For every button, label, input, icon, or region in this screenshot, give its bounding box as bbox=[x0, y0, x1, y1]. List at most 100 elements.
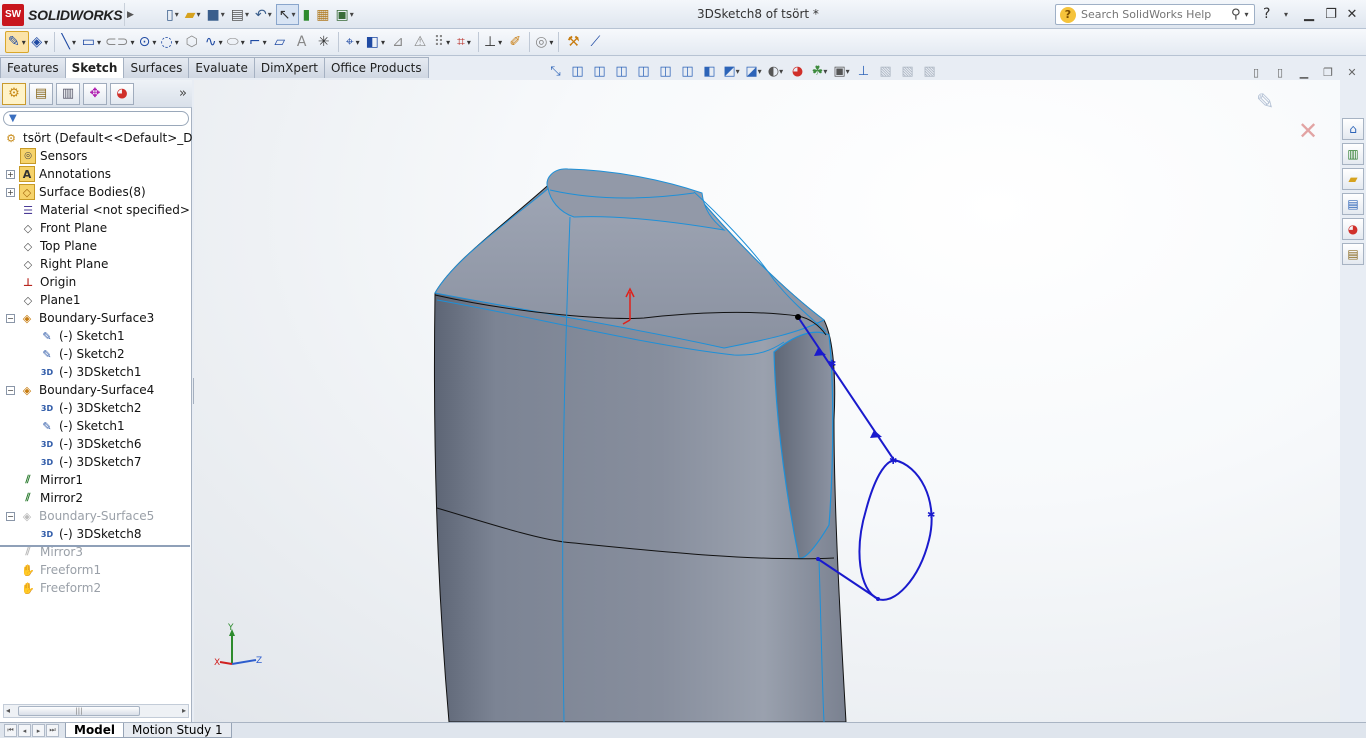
last-tab-icon[interactable]: ⏭ bbox=[46, 724, 59, 737]
graphics-viewport[interactable]: ✱ ✱ ✱ Y Z X bbox=[194, 80, 1340, 722]
display-delete-relations-button[interactable]: ⊥ ▾ bbox=[482, 31, 504, 53]
tree-item-sketch2[interactable]: ✎ (-) Sketch2 bbox=[39, 345, 124, 363]
repair-sketch-button[interactable]: ✐ bbox=[504, 31, 526, 53]
open-button[interactable]: ▰ ▾ bbox=[183, 4, 203, 25]
linear-pattern-button[interactable]: ⠿ ▾ bbox=[431, 31, 453, 53]
tab-model[interactable]: Model bbox=[65, 723, 125, 738]
fillet-button[interactable]: ⌐ ▾ bbox=[247, 31, 269, 53]
mirror-entities-button[interactable]: ⚠ bbox=[409, 31, 431, 53]
rectangle-button[interactable]: ▭ ▾ bbox=[80, 31, 103, 53]
view-back-button[interactable]: ◫ bbox=[590, 62, 609, 81]
collapse-icon[interactable]: − bbox=[6, 385, 15, 395]
help-search-input[interactable] bbox=[1081, 8, 1229, 21]
view-isometric-button[interactable]: ◧ bbox=[700, 62, 719, 81]
tree-item-material[interactable]: ☰ Material <not specified> bbox=[20, 201, 190, 219]
tile-vertical-icon[interactable]: ▯ bbox=[1271, 64, 1289, 80]
collapse-icon[interactable]: − bbox=[6, 511, 15, 521]
solidworks-resources-tab[interactable]: ⌂ bbox=[1342, 118, 1364, 140]
expand-icon[interactable]: + bbox=[6, 169, 15, 179]
point-button[interactable]: ✳ bbox=[313, 31, 335, 53]
close-window-button[interactable]: ✕ bbox=[1343, 5, 1361, 23]
move-entities-button[interactable]: ⌗ ▾ bbox=[453, 31, 475, 53]
tab-features[interactable]: Features bbox=[0, 57, 66, 78]
options-button[interactable]: ▣ ▾ bbox=[333, 4, 355, 25]
restore-window-button[interactable]: ❐ bbox=[1322, 5, 1340, 23]
custom-properties-tab[interactable]: ▤ bbox=[1342, 243, 1364, 265]
tree-item-3dsketch6[interactable]: 3D (-) 3DSketch6 bbox=[39, 435, 142, 453]
tree-item-plane1[interactable]: ◇ Plane1 bbox=[20, 291, 81, 309]
scroll-left-icon[interactable]: ◂ bbox=[6, 706, 10, 715]
help-button[interactable]: ? bbox=[1263, 6, 1270, 22]
view-bottom-button[interactable]: ◫ bbox=[678, 62, 697, 81]
tree-item-mirror2[interactable]: ⫽ Mirror2 bbox=[20, 489, 83, 507]
chevron-down-icon[interactable]: ▾ bbox=[1245, 10, 1249, 19]
previous-tab-icon[interactable]: ◂ bbox=[18, 724, 31, 737]
circle-button[interactable]: ⊙ ▾ bbox=[136, 31, 158, 53]
file-explorer-tab[interactable]: ▰ bbox=[1342, 168, 1364, 190]
help-chevron-down-icon[interactable]: ▾ bbox=[1284, 10, 1288, 19]
tree-item-3dsketch8[interactable]: 3D (-) 3DSketch8 bbox=[39, 525, 142, 543]
configurationmanager-tab[interactable]: ▥ bbox=[56, 82, 80, 105]
cancel-sketch-icon[interactable]: ✕ bbox=[1298, 117, 1318, 145]
tree-item-3dsketch2[interactable]: 3D (-) 3DSketch2 bbox=[39, 399, 142, 417]
tree-item-surface-bodies[interactable]: + ◇ Surface Bodies(8) bbox=[6, 183, 146, 201]
viewport-close-icon[interactable]: ✕ bbox=[1343, 64, 1361, 80]
first-tab-icon[interactable]: ⏮ bbox=[4, 724, 17, 737]
display-style-button[interactable]: ◪ ▾ bbox=[744, 62, 763, 81]
tree-item-sketch1[interactable]: ✎ (-) Sketch1 bbox=[39, 417, 124, 435]
new-document-button[interactable]: ▯ ▾ bbox=[164, 4, 181, 25]
edit-appearance-button[interactable]: ◕ bbox=[788, 62, 807, 81]
displaymanager-tab[interactable]: ◕ bbox=[110, 82, 134, 105]
apply-scene-button[interactable]: ☘ ▾ bbox=[810, 62, 829, 81]
arc-button[interactable]: ◌ ▾ bbox=[158, 31, 180, 53]
view-orientation-button[interactable]: ◩ ▾ bbox=[722, 62, 741, 81]
view-right-button[interactable]: ◫ bbox=[634, 62, 653, 81]
slot-button[interactable]: ⊂⊃ ▾ bbox=[103, 31, 136, 53]
undo-button[interactable]: ↶ ▾ bbox=[253, 4, 274, 25]
select-button[interactable]: ↖ ▾ bbox=[275, 4, 299, 25]
minimize-window-button[interactable]: ▁ bbox=[1300, 5, 1318, 23]
tree-horizontal-scrollbar[interactable]: ◂ ||| ▸ bbox=[3, 704, 189, 718]
save-button[interactable]: ■ ▾ bbox=[205, 4, 227, 25]
tree-item-3dsketch7[interactable]: 3D (-) 3DSketch7 bbox=[39, 453, 142, 471]
propertymanager-tab[interactable]: ▤ bbox=[29, 82, 53, 105]
view-settings-button[interactable]: ▣ ▾ bbox=[832, 62, 851, 81]
tab-dimxpert[interactable]: DimXpert bbox=[253, 57, 325, 78]
convert-entities-button[interactable]: ◧ ▾ bbox=[364, 31, 387, 53]
hide-show-items-button[interactable]: ◐ ▾ bbox=[766, 62, 785, 81]
offset-entities-button[interactable]: ⊿ bbox=[387, 31, 409, 53]
tab-surfaces[interactable]: Surfaces bbox=[123, 57, 190, 78]
instant-2d-button[interactable]: ⚒ bbox=[562, 31, 584, 53]
ellipse-button[interactable]: ⬭ ▾ bbox=[225, 31, 247, 53]
tree-item-sensors[interactable]: ◎ Sensors bbox=[20, 147, 87, 165]
scroll-right-icon[interactable]: ▸ bbox=[182, 706, 186, 715]
tab-office-products[interactable]: Office Products bbox=[323, 57, 429, 78]
text-button[interactable]: A bbox=[291, 31, 313, 53]
tree-item-annotations[interactable]: + A Annotations bbox=[6, 165, 111, 183]
spline-button[interactable]: ∿ ▾ bbox=[203, 31, 225, 53]
tree-item-freeform2[interactable]: ✋ Freeform2 bbox=[20, 579, 101, 597]
file-properties-button[interactable]: ▦ bbox=[314, 4, 331, 25]
tree-item-sketch1[interactable]: ✎ (-) Sketch1 bbox=[39, 327, 124, 345]
tree-item-part[interactable]: ⚙ tsört (Default<<Default>_Displa bbox=[3, 129, 192, 147]
zoom-to-fit-button[interactable]: ⤡ bbox=[546, 62, 565, 81]
view-4-button[interactable]: ▧ bbox=[920, 62, 939, 81]
tree-item-boundary-surface3[interactable]: − ◈ Boundary-Surface3 bbox=[6, 309, 154, 327]
smart-dimension-button[interactable]: ◈ ▾ bbox=[29, 31, 51, 53]
expand-icon[interactable]: + bbox=[6, 187, 15, 197]
tab-evaluate[interactable]: Evaluate bbox=[188, 57, 255, 78]
tree-item-top-plane[interactable]: ◇ Top Plane bbox=[20, 237, 97, 255]
view-left-button[interactable]: ◫ bbox=[612, 62, 631, 81]
exit-sketch-confirm-icon[interactable]: ✎ bbox=[1256, 90, 1274, 115]
view-1-button[interactable]: ▧ bbox=[876, 62, 895, 81]
rebuild-button[interactable]: ▮ bbox=[301, 4, 313, 25]
tree-item-front-plane[interactable]: ◇ Front Plane bbox=[20, 219, 107, 237]
tree-item-mirror1[interactable]: ⫽ Mirror1 bbox=[20, 471, 83, 489]
next-tab-icon[interactable]: ▸ bbox=[32, 724, 45, 737]
view-front-button[interactable]: ◫ bbox=[568, 62, 587, 81]
feature-tree-filter[interactable]: ▼ bbox=[3, 111, 189, 126]
rapid-sketch-button[interactable]: ⟋ bbox=[584, 31, 606, 53]
plane-button[interactable]: ▱ bbox=[269, 31, 291, 53]
design-library-tab[interactable]: ▥ bbox=[1342, 143, 1364, 165]
viewport-restore-icon[interactable]: ❐ bbox=[1319, 64, 1337, 80]
